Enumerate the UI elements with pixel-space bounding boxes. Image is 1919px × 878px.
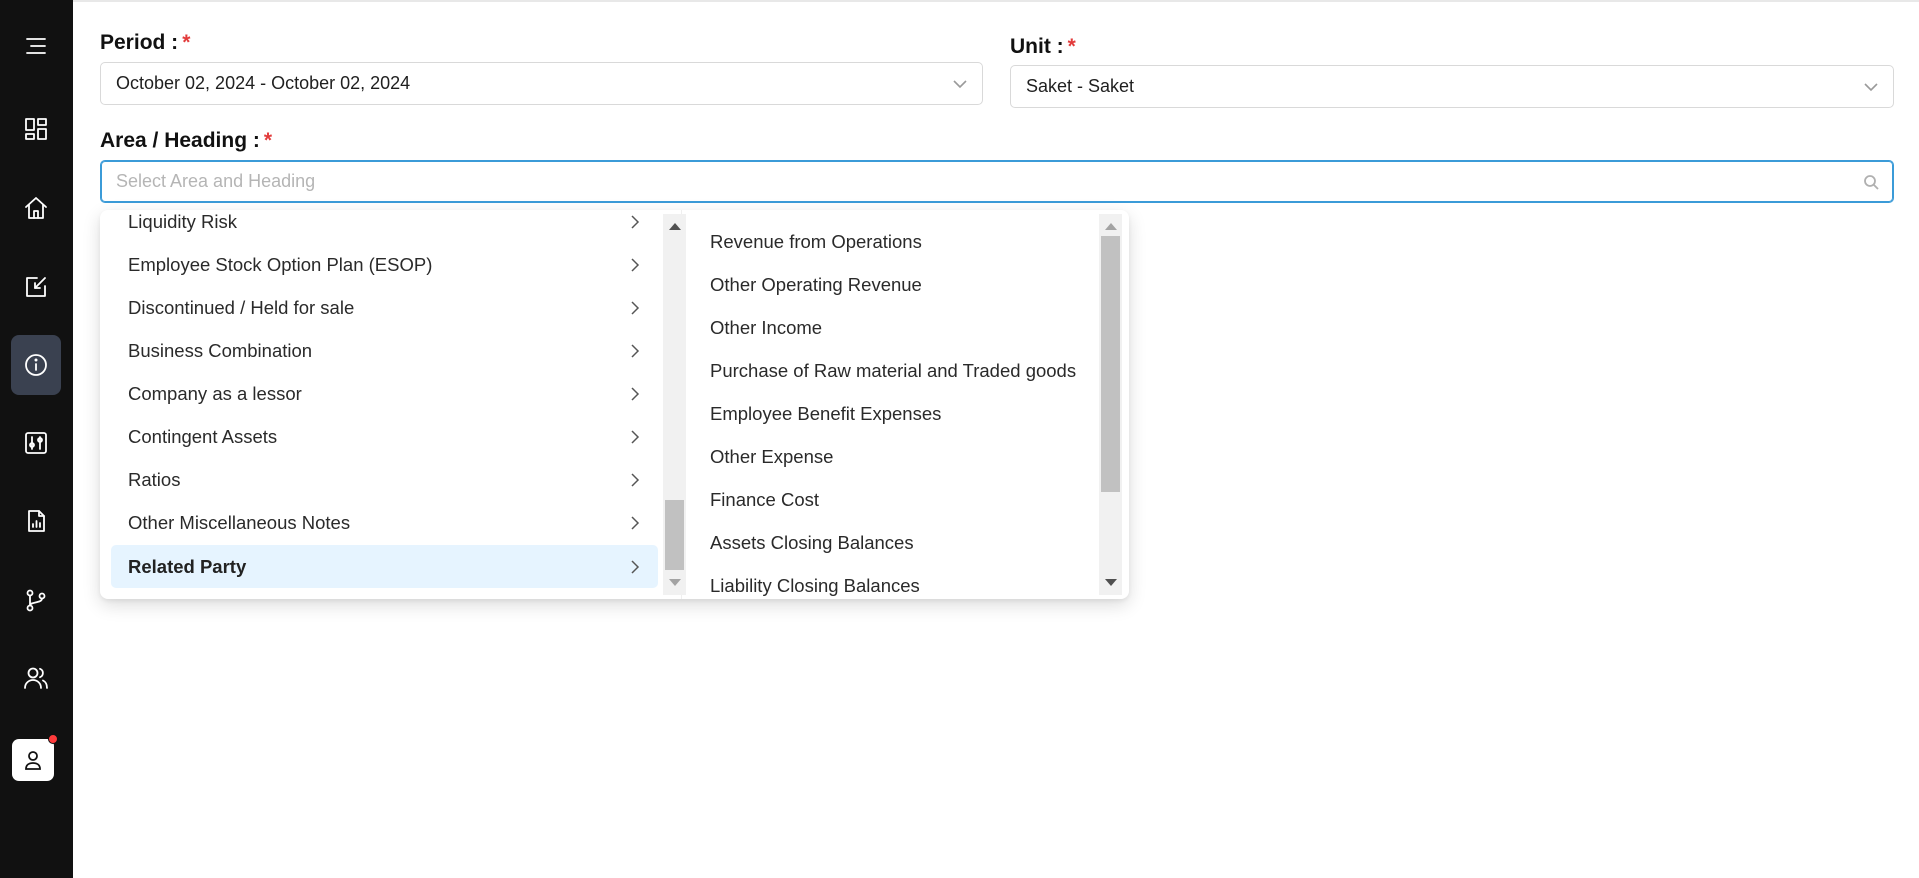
menu-icon [26,38,46,54]
unit-label: Unit : * [1010,35,1076,58]
period-select[interactable]: October 02, 2024 - October 02, 2024 [100,62,983,105]
heading-menu-scrollbar[interactable] [1099,214,1122,595]
heading-option[interactable]: Other Operating Revenue [710,265,922,305]
area-option[interactable]: Employee Stock Option Plan (ESOP) [111,243,658,286]
cascader-dropdown: Liquidity Risk Employee Stock Option Pla… [100,210,1129,599]
area-heading-cascader[interactable]: Select Area and Heading [100,160,1894,203]
unit-value: Saket - Saket [1026,76,1135,96]
chevron-down-icon [1863,79,1879,95]
sidebar [0,0,73,878]
avatar[interactable] [12,734,58,781]
area-option[interactable]: Discontinued / Held for sale [111,286,658,329]
search-icon [1863,174,1879,190]
sidebar-item-info[interactable] [11,335,61,395]
heading-option[interactable]: Other Income [710,308,822,348]
chevron-right-icon [628,514,642,530]
heading-option[interactable]: Employee Benefit Expenses [710,394,941,434]
user-icon [25,751,41,770]
chevron-right-icon [628,256,642,272]
notification-badge [48,734,58,744]
heading-option-label: Assets Closing Balances [710,532,914,553]
heading-option-label: Other Income [710,317,823,338]
period-label: Period : * [100,31,191,54]
area-option-label: Related Party [128,555,247,577]
heading-option[interactable]: Liability Closing Balances [710,566,920,599]
chevron-down-icon [952,76,968,92]
chevron-right-icon [628,471,642,487]
heading-option[interactable]: Finance Cost [710,480,819,520]
scrollbar-thumb[interactable] [665,500,684,570]
area-option-label: Ratios [128,468,181,490]
menu-button[interactable] [11,16,61,76]
area-option-label: Contingent Assets [128,425,278,447]
scroll-down-arrow[interactable] [669,579,681,586]
sidebar-item-home[interactable] [11,178,61,238]
area-option-label: Other Miscellaneous Notes [128,511,351,533]
heading-option[interactable]: Other Expense [710,437,833,477]
chevron-right-icon [628,385,642,401]
sidebar-item-workflow[interactable] [11,570,61,630]
report-file-icon [28,510,45,532]
heading-option-label: Other Operating Revenue [710,274,922,295]
area-heading-label: Area / Heading : * [100,129,273,152]
git-branch-icon [26,589,46,612]
area-heading-placeholder: Select Area and Heading [116,171,316,191]
heading-menu: Revenue from Operations Other Operating … [683,210,1129,599]
sidebar-item-reports[interactable] [11,491,61,551]
area-option[interactable]: Ratios [111,458,658,501]
scrollbar-thumb[interactable] [1101,236,1120,492]
heading-option-label: Other Expense [710,446,834,467]
heading-option-label: Liability Closing Balances [710,575,920,596]
unit-select[interactable]: Saket - Saket [1010,65,1894,108]
period-value: October 02, 2024 - October 02, 2024 [116,73,411,93]
edit-checkbox-icon [26,277,46,297]
chevron-right-icon [628,342,642,358]
scroll-down-arrow[interactable] [1105,579,1117,586]
scroll-up-arrow[interactable] [1105,223,1117,230]
users-icon [24,667,48,689]
info-icon [25,354,47,376]
chevron-right-icon [628,299,642,315]
area-option-label: Business Combination [128,339,313,361]
heading-option-label: Employee Benefit Expenses [710,403,942,424]
sidebar-item-settings[interactable] [11,413,61,473]
area-option-label: Company as a lessor [128,382,302,404]
chevron-right-icon [628,428,642,444]
area-option[interactable]: Contingent Assets [111,415,658,458]
heading-option-label: Finance Cost [710,489,819,510]
heading-option-label: Purchase of Raw material and Traded good… [710,360,1077,381]
header-divider [73,0,1919,2]
area-option-label: Discontinued / Held for sale [128,296,355,318]
heading-option[interactable]: Revenue from Operations [710,222,922,262]
heading-option-label: Revenue from Operations [710,231,922,252]
heading-option[interactable]: Purchase of Raw material and Traded good… [710,351,1076,391]
area-option-selected[interactable]: Related Party [111,545,658,588]
chevron-right-icon [628,558,642,574]
sidebar-item-users[interactable] [11,648,61,708]
area-option[interactable]: Company as a lessor [111,372,658,415]
heading-option[interactable]: Assets Closing Balances [710,523,914,563]
area-option-label: Liquidity Risk [128,210,237,232]
dashboard-icon [25,118,47,140]
sidebar-item-tasks[interactable] [11,257,61,317]
sliders-icon [25,432,47,454]
scroll-up-arrow[interactable] [669,223,681,230]
chevron-right-icon [628,213,642,229]
home-icon [25,197,47,219]
area-option[interactable]: Liquidity Risk [111,210,658,243]
area-option[interactable]: Business Combination [111,329,658,372]
area-menu: Liquidity Risk Employee Stock Option Pla… [100,210,686,599]
area-option[interactable]: Other Miscellaneous Notes [111,501,658,544]
area-option-label: Employee Stock Option Plan (ESOP) [128,253,433,275]
sidebar-item-dashboard[interactable] [11,99,61,159]
